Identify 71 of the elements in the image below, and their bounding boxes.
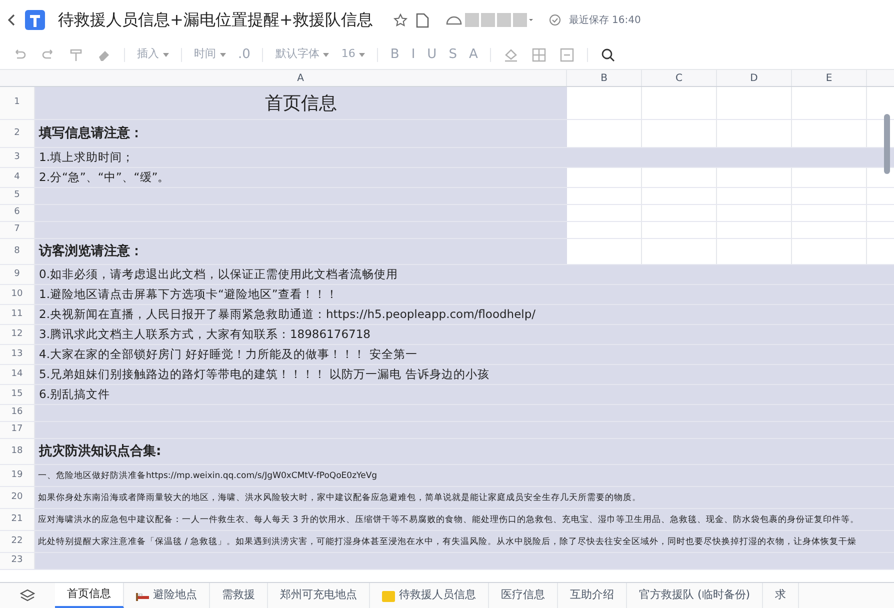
cell-text: 此处特别提醒大家注意准备「保温毯 / 急救毯」。如果遇到洪涝灾害，可能打湿身体甚至浸泡在水中，有失温风险。从水中脱险后，除了尽快去往安全区域外，同时也要尽快换掉打湿的衣物，让身体恢复干燥 [38,536,856,549]
cell-text: 应对海啸洪水的应急包中建议配备：一人一件救生衣、每人每天 3 升的饮用水、压缩饼干等不易腐败的食物、能处理伤口的急救包、充电宝、湿巾等卫生用品、急救毯、现金、防水袋包裹的身份证复印件等。 [38,514,859,527]
star-icon[interactable] [392,12,408,28]
caret-icon [163,52,169,56]
sheet-tab[interactable]: 需救援 [210,583,268,608]
column-header[interactable]: E [792,70,867,86]
cell-text: 如果你身处东南沿海或者降雨量较大的地区，海啸、洪水风险较大时，家中建议配备应急避难包，简单说就是能让家庭成员安全生存几天所需要的物质。 [38,492,641,505]
back-icon[interactable] [8,14,16,26]
sheet-tab[interactable]: 首页信息 [55,583,124,608]
search-icon[interactable] [600,46,616,62]
row-number: 1 [0,87,35,119]
row-number: 19 [0,465,35,486]
sheet-title: 首页信息 [265,92,337,116]
row-number: 7 [0,222,35,238]
row-number: 3 [0,148,35,167]
sheet-tab[interactable]: 郑州可充电地点 [268,583,370,608]
sheet-tab[interactable]: 互助介绍 [558,583,627,608]
section-heading: 填写信息请注意： [39,124,143,143]
document-title: 待救援人员信息+漏电位置提醒+救援队信息 [58,9,373,31]
row-number: 20 [0,487,35,508]
cell-text: 一、危险地区做好防洪准备https://mp.weixin.qq.com/s/JgW0xCMtV-fPoQoE0zYeVg [38,470,378,483]
row-number: 21 [0,509,35,530]
row-number: 22 [0,531,35,552]
app-logo-icon [24,9,46,31]
scrollbar-thumb[interactable] [884,114,890,174]
check-circle-icon [548,14,561,26]
sheet-tab[interactable]: 官方救援队 (临时备份) [627,583,764,608]
row-number: 23 [0,553,35,569]
row-number: 10 [0,285,35,304]
column-header[interactable]: C [642,70,717,86]
folder-icon [382,590,395,602]
row-number: 18 [0,439,35,464]
row-number: 14 [0,365,35,384]
row-number: 11 [0,305,35,324]
row-number: 16 [0,405,35,421]
sheet-tab[interactable]: 待救援人员信息 [370,583,489,608]
row-number: 5 [0,188,35,204]
sheet-tab[interactable]: 求 [763,583,800,608]
collaborators-drawing[interactable] [444,12,533,28]
row-number: 15 [0,385,35,404]
bed-icon [136,590,149,600]
section-heading: 访客浏览请注意： [39,242,143,261]
cell-text: 0.如非必须，请考虑退出此文档，以保证正需使用此文档者流畅使用 [39,266,398,283]
caret-icon [359,52,366,56]
cell-text: 6.别乱搞文件 [39,386,110,403]
cell-text: 3.腾讯求此文档主人联系方式，大家有知联系：18986176718 [39,326,370,343]
section-heading: 抗灾防洪知识点合集: [39,442,162,461]
document-icon[interactable] [416,12,429,28]
column-header[interactable]: B [567,70,642,86]
caret-icon [323,52,330,56]
row-number: 17 [0,422,35,438]
row-number: 13 [0,345,35,364]
cell-text: 4.大家在家的全部锁好房门 好好睡觉！力所能及的做事！！！ 安全第一 [39,346,418,363]
layers-icon[interactable] [20,588,35,602]
cell-text: 2.分“急”、“中”、“缓”。 [39,168,170,186]
cell-text: 2.央视新闻在直播，人民日报开了暴雨紧急救助通道：https://h5.peopleapp.com/floodhelp/ [39,306,536,323]
cell-text: 1.避险地区请点击屏幕下方选项卡“避险地区”查看！！！ [39,286,338,303]
cell-text: 5.兄弟姐妹们别接触路边的路灯等带电的建筑！！！！ 以防万一漏电 告诉身边的小孩 [39,366,490,383]
row-number: 9 [0,265,35,284]
sheet-tab[interactable]: 医疗信息 [489,583,558,608]
column-header[interactable]: A [35,70,567,86]
row-number: 6 [0,205,35,221]
cell-text: 1.填上求助时间； [39,148,134,166]
caret-icon [220,52,226,56]
row-number: 8 [0,239,35,264]
row-number: 4 [0,168,35,187]
row-number: 2 [0,120,35,147]
save-status: 最近保存 16:40 [568,14,641,28]
sheet-tab[interactable]: 避险地点 [124,583,210,608]
column-header[interactable]: D [717,70,792,86]
row-number: 12 [0,325,35,344]
